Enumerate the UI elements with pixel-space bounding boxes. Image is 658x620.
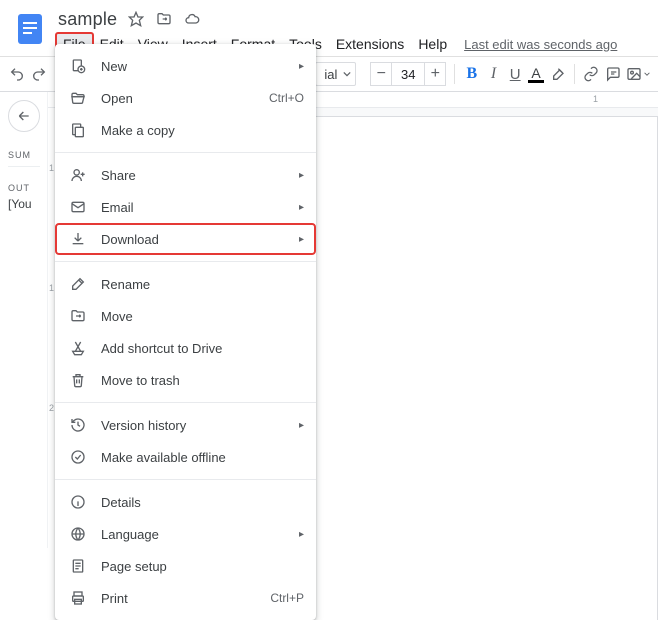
document-title[interactable]: sample	[58, 9, 117, 30]
menu-item-trash[interactable]: Move to trash	[55, 364, 316, 396]
menu-divider	[55, 479, 316, 480]
star-icon[interactable]	[127, 10, 145, 28]
outline-heading: OUT	[0, 177, 30, 195]
menu-item-offline[interactable]: Make available offline	[55, 441, 316, 473]
chevron-right-icon: ▸	[299, 61, 304, 72]
menu-item-new[interactable]: New ▸	[55, 50, 316, 82]
vruler-mark: 2	[49, 403, 54, 413]
menubar-item-extensions[interactable]: Extensions	[329, 33, 411, 55]
vruler-mark: 1	[49, 283, 54, 293]
back-button[interactable]	[8, 100, 40, 132]
copy-icon	[69, 121, 87, 139]
file-menu-dropdown: New▸OpenCtrl+OMake a copyShare▸Email▸Dow…	[55, 44, 316, 620]
cloud-status-icon[interactable]	[183, 10, 201, 28]
font-size-stepper: − 34 +	[370, 62, 446, 86]
menu-item-label: Make available offline	[101, 450, 304, 465]
menu-item-label: Version history	[101, 418, 285, 433]
history-icon	[69, 416, 87, 434]
menu-item-label: Move to trash	[101, 373, 304, 388]
menu-item-label: Details	[101, 495, 304, 510]
bold-button[interactable]: B	[463, 62, 481, 86]
menu-item-download[interactable]: Download ▸	[55, 223, 316, 255]
info-icon	[69, 493, 87, 511]
menu-item-label: Share	[101, 168, 285, 183]
menu-item-label: Move	[101, 309, 304, 324]
menu-item-make-copy[interactable]: Make a copy	[55, 114, 316, 146]
move-icon	[69, 307, 87, 325]
menu-item-page-setup[interactable]: Page setup	[55, 550, 316, 582]
menu-item-label: Rename	[101, 277, 304, 292]
text-color-button[interactable]: A	[528, 62, 544, 86]
outline-item[interactable]: [You	[0, 197, 32, 211]
person-plus-icon	[69, 166, 87, 184]
menu-divider	[55, 152, 316, 153]
chevron-right-icon: ▸	[299, 234, 304, 245]
increase-font-button[interactable]: +	[424, 62, 446, 86]
offline-icon	[69, 448, 87, 466]
decrease-font-button[interactable]: −	[370, 62, 392, 86]
menu-item-rename[interactable]: Rename	[55, 268, 316, 300]
docs-logo-icon[interactable]	[12, 10, 48, 46]
menu-divider	[55, 261, 316, 262]
comment-button[interactable]	[604, 62, 622, 86]
redo-icon[interactable]	[30, 62, 48, 86]
menu-item-email[interactable]: Email ▸	[55, 191, 316, 223]
menu-item-add-shortcut[interactable]: Add shortcut to Drive	[55, 332, 316, 364]
chevron-right-icon: ▸	[299, 420, 304, 431]
menu-item-label: New	[101, 59, 285, 74]
font-size-value[interactable]: 34	[392, 62, 424, 86]
outline-sidebar: SUM OUT [You	[0, 92, 48, 548]
drive-shortcut-icon	[69, 339, 87, 357]
rename-icon	[69, 275, 87, 293]
globe-icon	[69, 525, 87, 543]
menu-item-label: Add shortcut to Drive	[101, 341, 304, 356]
chevron-down-icon	[343, 70, 351, 78]
menu-item-label: Make a copy	[101, 123, 304, 138]
menu-item-language[interactable]: Language ▸	[55, 518, 316, 550]
menu-shortcut: Ctrl+P	[270, 591, 304, 605]
underline-button[interactable]: U	[506, 62, 524, 86]
print-icon	[69, 589, 87, 607]
mail-icon	[69, 198, 87, 216]
image-button[interactable]	[626, 62, 650, 86]
trash-icon	[69, 371, 87, 389]
menu-item-label: Email	[101, 200, 285, 215]
undo-icon[interactable]	[8, 62, 26, 86]
menu-item-share[interactable]: Share ▸	[55, 159, 316, 191]
menu-item-move[interactable]: Move	[55, 300, 316, 332]
menu-item-label: Download	[101, 232, 285, 247]
highlight-button[interactable]	[548, 62, 566, 86]
chevron-right-icon: ▸	[299, 202, 304, 213]
menu-item-version-history[interactable]: Version history ▸	[55, 409, 316, 441]
menubar-item-help[interactable]: Help	[411, 33, 454, 55]
font-family-select[interactable]: ial	[315, 62, 356, 86]
vruler-mark: 1	[49, 163, 54, 173]
move-folder-icon[interactable]	[155, 10, 173, 28]
menu-item-label: Open	[101, 91, 255, 106]
link-button[interactable]	[583, 62, 601, 86]
menu-shortcut: Ctrl+O	[269, 91, 304, 105]
menu-item-open[interactable]: Open Ctrl+O	[55, 82, 316, 114]
summary-heading: SUM	[0, 144, 31, 162]
menu-divider	[55, 402, 316, 403]
menu-item-details[interactable]: Details	[55, 486, 316, 518]
menu-item-label: Print	[101, 591, 256, 606]
font-family-value: ial	[324, 67, 337, 82]
download-icon	[69, 230, 87, 248]
menu-item-label: Page setup	[101, 559, 304, 574]
menu-item-print[interactable]: Print Ctrl+P	[55, 582, 316, 614]
chevron-right-icon: ▸	[299, 529, 304, 540]
title-row: sample	[52, 8, 658, 30]
italic-button[interactable]: I	[485, 62, 503, 86]
folder-open-icon	[69, 89, 87, 107]
page-icon	[69, 557, 87, 575]
chevron-right-icon: ▸	[299, 170, 304, 181]
ruler-mark: 1	[593, 94, 598, 104]
last-edit-link[interactable]: Last edit was seconds ago	[464, 37, 617, 52]
doc-plus-icon	[69, 57, 87, 75]
menu-item-label: Language	[101, 527, 285, 542]
